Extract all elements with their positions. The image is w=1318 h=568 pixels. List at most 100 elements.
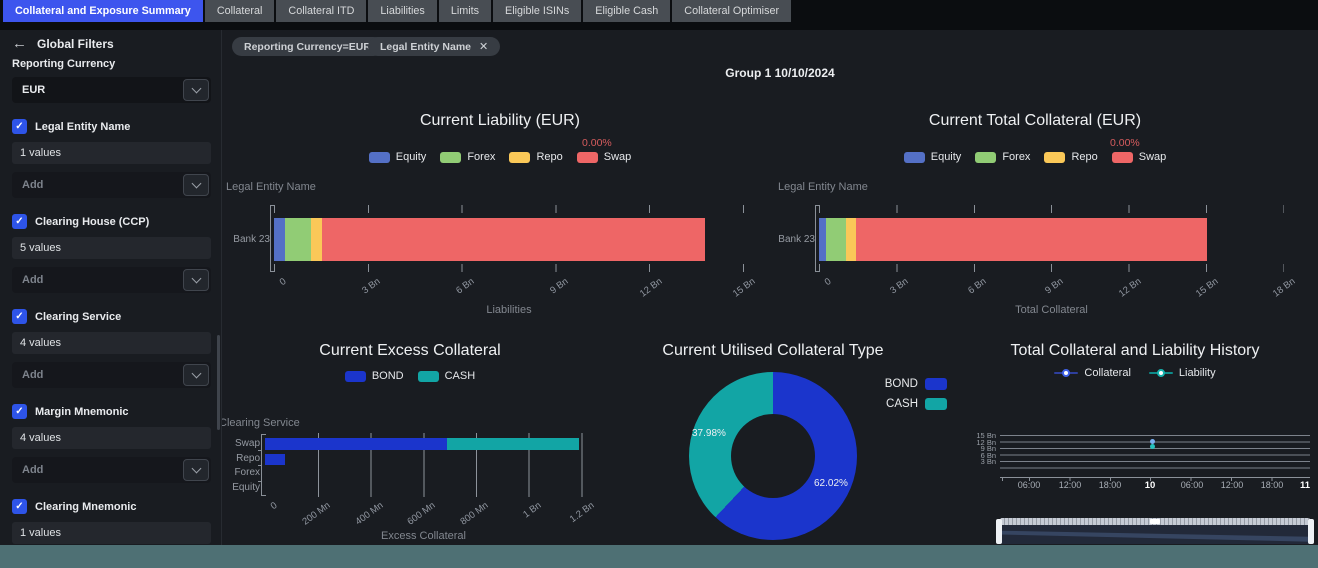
datazoom-preview[interactable] — [1000, 525, 1310, 544]
legend-item-cash[interactable]: CASH — [417, 370, 475, 382]
tab-collateral-and-exposure-summary[interactable]: Collateral and Exposure Summary — [3, 0, 203, 22]
bar-segment-bond[interactable] — [265, 438, 448, 450]
y-tick: 3 Bn — [980, 457, 996, 466]
legend-excess-collateral: BOND CASH — [260, 370, 560, 382]
filter-group-legal-entity-name: ✓ Legal Entity Name 1 values Add — [12, 119, 211, 198]
filter-values-field[interactable]: 1 values — [12, 522, 211, 544]
bar-segment-forex[interactable] — [284, 218, 311, 261]
bar-segment-forex[interactable] — [826, 218, 847, 261]
filter-group-clearing-service: ✓ Clearing Service 4 values Add — [12, 309, 211, 388]
liability-plot-area — [270, 205, 744, 272]
bar-segment-equity[interactable] — [274, 218, 285, 261]
tab-liabilities[interactable]: Liabilities — [368, 0, 437, 22]
tab-limits[interactable]: Limits — [438, 0, 492, 22]
filter-label: Clearing Service — [35, 310, 122, 323]
bar-segment-equity[interactable] — [819, 218, 827, 261]
datazoom-left-handle[interactable] — [996, 519, 1002, 544]
checkbox-legal-entity-name[interactable]: ✓ — [12, 119, 27, 134]
legend-item-collateral[interactable]: Collateral — [1054, 367, 1131, 379]
tab-bar: Collateral and Exposure Summary Collater… — [0, 0, 1318, 30]
filter-values-field[interactable]: 1 values — [12, 142, 211, 164]
bar-segment-cash[interactable] — [447, 438, 580, 450]
checkbox-clearing-house-ccp[interactable]: ✓ — [12, 214, 27, 229]
change-percent-label: 0.00% — [1110, 137, 1140, 149]
filter-chip-legal-entity-name[interactable]: Legal Entity Name ✕ — [368, 37, 501, 56]
x-tick-day-11: 11 — [1299, 480, 1311, 491]
bar-segment-bond[interactable] — [265, 454, 286, 465]
checkbox-margin-mnemonic[interactable]: ✓ — [12, 404, 27, 419]
liability-data-point[interactable] — [1150, 444, 1155, 449]
pie-legend-item-cash[interactable]: CASH — [812, 398, 947, 410]
filter-add-select[interactable]: Add — [12, 172, 211, 198]
collateral-plot-area — [815, 205, 1284, 272]
chevron-down-icon — [191, 368, 201, 379]
checkbox-clearing-mnemonic[interactable]: ✓ — [12, 499, 27, 514]
filter-label: Legal Entity Name — [35, 120, 131, 133]
axis-ticks — [819, 205, 1284, 213]
reporting-currency-dropdown-button[interactable] — [183, 79, 209, 101]
slice-label-bond: 62.02% — [814, 478, 848, 489]
reporting-currency-select[interactable]: EUR — [12, 77, 211, 103]
chart-title-utilised-collateral-type: Current Utilised Collateral Type — [662, 342, 884, 359]
filter-values-field[interactable]: 4 values — [12, 332, 211, 354]
screen: Collateral and Exposure Summary Collater… — [0, 0, 1318, 568]
tab-collateral-itd[interactable]: Collateral ITD — [276, 0, 367, 22]
filter-add-select[interactable]: Add — [12, 457, 211, 483]
tab-collateral[interactable]: Collateral — [204, 0, 275, 22]
legend-item-forex[interactable]: Forex — [440, 151, 495, 163]
swap-swatch — [576, 151, 598, 163]
legend-item-repo[interactable]: Repo — [509, 151, 563, 163]
legend-history: Collateral Liability — [985, 367, 1285, 379]
back-arrow-icon[interactable]: ← — [12, 36, 27, 51]
datazoom-slider[interactable] — [996, 518, 1314, 544]
x-tick: 12:00 — [1220, 480, 1244, 490]
y-axis-name: Clearing Service — [222, 417, 300, 429]
datazoom-right-handle[interactable] — [1308, 519, 1314, 544]
axis-ticks — [819, 264, 1284, 272]
datazoom-rail[interactable] — [1000, 518, 1310, 525]
reporting-currency-value: EUR — [22, 84, 46, 96]
bar-segment-repo[interactable] — [310, 218, 322, 261]
filter-chip-reporting-currency[interactable]: Reporting Currency=EUR — [232, 37, 383, 56]
add-dropdown-button[interactable] — [183, 269, 209, 291]
filter-add-select[interactable]: Add — [12, 267, 211, 293]
chevron-down-icon — [191, 83, 201, 94]
x-tick: 06:00 — [1180, 480, 1204, 490]
filter-values-field[interactable]: 5 values — [12, 237, 211, 259]
tab-collateral-optimiser[interactable]: Collateral Optimiser — [672, 0, 792, 22]
legend-item-swap[interactable]: Swap — [576, 151, 631, 163]
legend-item-bond[interactable]: BOND — [344, 370, 404, 382]
legend-item-equity[interactable]: Equity — [368, 151, 426, 163]
add-dropdown-button[interactable] — [183, 174, 209, 196]
datazoom-grip-icon[interactable] — [1150, 519, 1160, 524]
y-axis-name: Legal Entity Name — [778, 181, 868, 193]
category-label-forex: Forex — [234, 467, 260, 478]
category-label-swap: Swap — [234, 438, 260, 449]
tab-eligible-cash[interactable]: Eligible Cash — [583, 0, 671, 22]
legend-current-liability: Equity Forex Repo Swap — [300, 151, 700, 163]
global-filters-title: Global Filters — [37, 37, 114, 51]
add-dropdown-button[interactable] — [183, 459, 209, 481]
add-dropdown-button[interactable] — [183, 364, 209, 386]
filter-group-clearing-mnemonic: ✓ Clearing Mnemonic 1 values Add — [12, 499, 211, 545]
bar-segment-repo[interactable] — [846, 218, 857, 261]
pie-legend-item-bond[interactable]: BOND — [812, 378, 947, 390]
bar-segment-swap[interactable] — [321, 218, 706, 261]
legend-item-repo[interactable]: Repo — [1044, 151, 1098, 163]
checkbox-clearing-service[interactable]: ✓ — [12, 309, 27, 324]
global-filters-header: ← Global Filters — [12, 36, 211, 52]
legend-item-liability[interactable]: Liability — [1148, 367, 1216, 379]
sidebar-scrollbar[interactable] — [217, 335, 220, 430]
legend-item-forex[interactable]: Forex — [975, 151, 1030, 163]
category-axis-bracket — [270, 205, 275, 272]
chart-title-current-liability: Current Liability (EUR) — [419, 112, 581, 129]
legend-current-total-collateral: Equity Forex Repo Swap — [835, 151, 1235, 163]
tab-eligible-isins[interactable]: Eligible ISINs — [493, 0, 582, 22]
legend-item-equity[interactable]: Equity — [903, 151, 961, 163]
chart-title-current-total-collateral: Current Total Collateral (EUR) — [928, 112, 1142, 129]
filter-add-select[interactable]: Add — [12, 362, 211, 388]
filter-values-field[interactable]: 4 values — [12, 427, 211, 449]
close-icon[interactable]: ✕ — [479, 40, 488, 53]
bar-segment-swap[interactable] — [856, 218, 1208, 261]
legend-item-swap[interactable]: Swap — [1111, 151, 1166, 163]
